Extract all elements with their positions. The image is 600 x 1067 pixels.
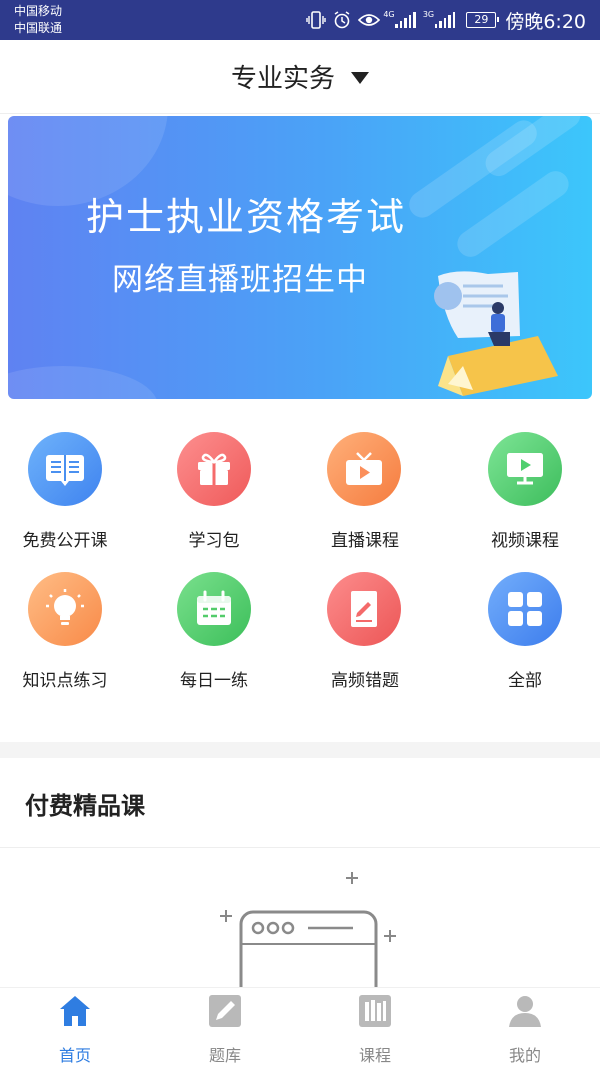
grid-item-free-course[interactable]: 免费公开课 xyxy=(0,428,150,558)
grid-item-label: 视频课程 xyxy=(491,531,559,551)
grid-item-video-course[interactable]: 视频课程 xyxy=(450,428,600,558)
banner-subheadline: 网络直播班招生中 xyxy=(112,262,368,298)
tab-question-bank[interactable]: 题库 xyxy=(150,988,300,1067)
banner-decor-ellipse xyxy=(8,366,158,399)
tab-label: 首页 xyxy=(58,1046,91,1065)
eye-icon xyxy=(358,14,381,26)
carrier-1: 中国移动 xyxy=(14,4,63,18)
lightbulb-icon xyxy=(28,572,102,646)
empty-content-illustration xyxy=(220,872,396,987)
section-title: 付费精品课 xyxy=(25,792,145,820)
edit-book-icon xyxy=(327,572,401,646)
calendar-icon xyxy=(177,572,251,646)
section-divider xyxy=(0,742,600,758)
section-underline xyxy=(0,847,600,848)
video-monitor-icon xyxy=(488,432,562,506)
signal-3g-icon: 3G xyxy=(423,10,456,28)
grid-item-daily-practice[interactable]: 每日一练 xyxy=(150,568,300,698)
subject-selector[interactable]: 专业实务 xyxy=(231,58,369,95)
grid-item-all[interactable]: 全部 xyxy=(450,568,600,698)
carrier-2: 中国联通 xyxy=(14,21,63,35)
vibrate-icon xyxy=(306,11,327,29)
tab-home[interactable]: 首页 xyxy=(0,988,150,1067)
books-icon xyxy=(359,995,391,1027)
tab-label: 我的 xyxy=(508,1046,541,1065)
grid-item-live-course[interactable]: 直播课程 xyxy=(300,428,450,558)
clock-time: 傍晚6:20 xyxy=(505,10,586,33)
promo-banner[interactable]: 护士执业资格考试 网络直播班招生中 xyxy=(8,116,592,399)
grid-item-label: 知识点练习 xyxy=(22,671,108,691)
banner-decor-stripe xyxy=(480,116,586,182)
open-book-icon xyxy=(28,432,102,506)
pencil-icon xyxy=(209,995,241,1027)
header: 专业实务 xyxy=(0,40,600,114)
carrier-names: 中国移动 中国联通 xyxy=(14,3,62,37)
alarm-icon xyxy=(334,11,350,29)
caret-down-icon xyxy=(351,71,369,84)
grid-item-label: 学习包 xyxy=(188,531,240,551)
reading-person-illustration xyxy=(434,271,558,396)
user-icon xyxy=(509,996,541,1027)
gift-icon xyxy=(177,432,251,506)
grid-item-label: 直播课程 xyxy=(331,531,399,551)
battery-indicator: 29 xyxy=(466,12,500,28)
network-type-2: 3G xyxy=(422,10,435,19)
grid-item-frequent-mistakes[interactable]: 高频错题 xyxy=(300,568,450,698)
grid-item-knowledge-practice[interactable]: 知识点练习 xyxy=(0,568,150,698)
grid-item-label: 高频错题 xyxy=(331,671,399,691)
grid-four-icon xyxy=(488,572,562,646)
tab-label: 课程 xyxy=(358,1046,391,1065)
tab-profile[interactable]: 我的 xyxy=(450,988,600,1067)
grid-item-label: 全部 xyxy=(508,671,542,691)
banner-headline: 护士执业资格考试 xyxy=(86,195,407,239)
tab-label: 题库 xyxy=(208,1046,241,1065)
home-icon xyxy=(60,996,90,1026)
bottom-tab-bar: 首页 题库 课程 我的 xyxy=(0,987,600,1067)
status-indicators: 4G 3G 29 傍晚6:20 xyxy=(306,8,586,33)
grid-item-label: 免费公开课 xyxy=(22,531,108,551)
page-title: 专业实务 xyxy=(230,64,335,94)
status-bar: 中国移动 中国联通 4G 3G 29 傍晚6:20 xyxy=(0,0,600,40)
signal-4g-icon: 4G xyxy=(383,10,416,28)
grid-item-study-pack[interactable]: 学习包 xyxy=(150,428,300,558)
tv-live-icon xyxy=(327,432,401,506)
network-type-1: 4G xyxy=(383,10,395,19)
grid-item-label: 每日一练 xyxy=(180,671,248,691)
tab-courses[interactable]: 课程 xyxy=(300,988,450,1067)
